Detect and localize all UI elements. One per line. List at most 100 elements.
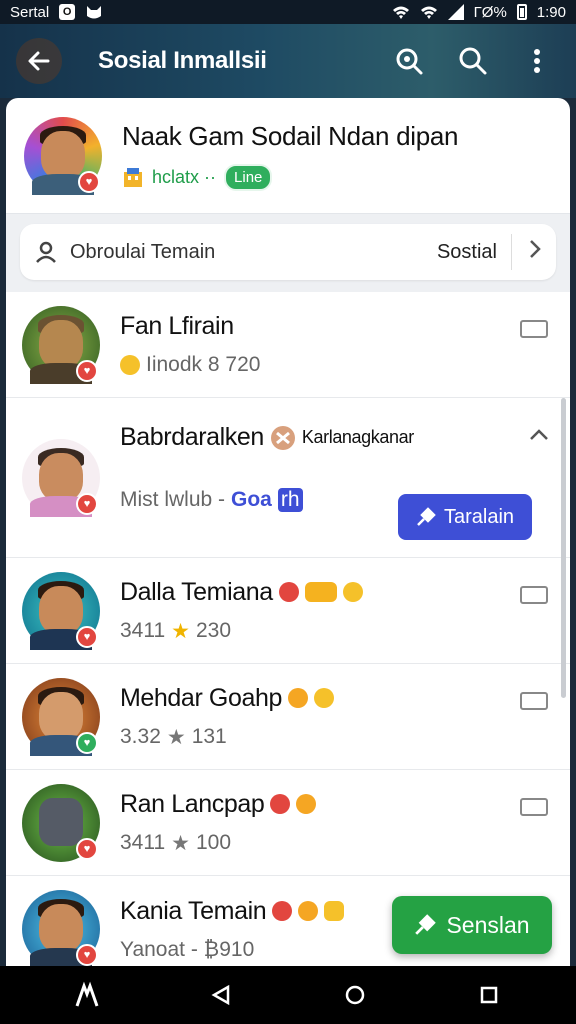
page-title: Sosial Inmallsii [98,47,267,74]
signal-icon [447,4,464,20]
avatar[interactable]: ♥ [22,783,100,862]
app-bar: Sosial Inmallsii [0,24,576,98]
cat-icon [87,6,102,19]
emoji-icon [270,794,291,814]
emoji-icon [272,901,293,921]
avatar[interactable]: ♥ [24,116,102,195]
line-chip[interactable]: Line [224,163,273,191]
emoji-icon [304,582,337,602]
star-icon: ★ [171,831,190,855]
senslan-button[interactable]: Senslan [392,896,552,954]
more-options-button[interactable] [520,44,554,78]
friend-name: Fan Lfirain [120,312,234,340]
senslan-label: Senslan [446,911,530,938]
list-item[interactable]: ♥ Dalla Temiana 3411 ★ 230 [6,558,570,664]
avatar[interactable]: ♥ [22,571,100,650]
battery-percent: ГØ% [473,3,507,21]
recents-button[interactable] [469,975,509,1015]
emoji-icon [287,688,308,708]
emoji-icon [296,794,317,814]
search-placeholder: Obroulai Temain [70,240,216,263]
assistant-button[interactable] [67,975,107,1015]
status-badge: ♥ [76,359,98,382]
taralain-button[interactable]: Taralain [398,494,532,540]
status-bar: Sertal O ГØ% 1:90 [0,0,576,24]
friend-meta: Iinodk 8 720 [146,353,261,376]
message-icon[interactable] [520,798,548,816]
emoji-icon [313,688,334,708]
app-notification-icon: O [59,4,76,20]
building-icon [124,168,142,187]
scan-search-button[interactable] [392,44,426,78]
avatar[interactable]: ♥ [22,890,100,966]
battery-icon [516,4,527,20]
profile-name: Naak Gam Sodail Ndan dipan [122,120,459,151]
chevron-up-icon[interactable] [528,424,550,446]
back-triangle-icon [211,984,230,1006]
home-circle-icon [345,985,365,1005]
status-badge: ♥ [76,837,98,860]
carrier-label: Sertal [10,3,50,21]
friend-name: Mehdar Goahp [120,683,282,712]
nav-back-button[interactable] [201,975,241,1015]
emoji-icon [278,582,299,602]
profile-subtitle: hclatx ·· [152,166,217,187]
friend-score: 100 [196,831,232,854]
emoji-icon [324,901,345,921]
avatar[interactable]: ♥ [22,677,100,756]
message-icon[interactable] [520,692,548,710]
arrow-left-icon [28,51,50,71]
star-icon: ★ [171,619,190,643]
list-item[interactable]: ♥ Mehdar Goahp 3.32 ★ 131 [6,664,570,770]
friend-meta: Mist lwlub - [120,488,226,511]
nav-bar [0,966,576,1024]
list-item-expanded[interactable]: ♥ Babrdaralken Karlanagkanar Mist lwlub … [6,398,570,558]
smile-icon [120,355,140,375]
list-item[interactable]: ♥ Fan Lfirain Iinodk 8 720 [6,292,570,398]
list-item[interactable]: ♥ Ran Lancpap 3411 ★ 100 [6,770,570,876]
pin-icon [417,507,436,526]
person-icon [36,241,56,263]
chevron-right-icon[interactable] [528,239,542,265]
clock: 1:90 [536,3,566,21]
search-band: Obroulai Temain Sostial [6,214,570,292]
status-badge: ♥ [78,170,100,193]
back-button[interactable] [16,38,62,84]
search-input[interactable]: Obroulai Temain Sostial [20,224,556,280]
search-button[interactable] [456,44,490,78]
message-icon[interactable] [520,320,548,338]
target-search-icon [396,48,423,75]
scrollbar[interactable] [561,398,566,698]
friend-meta: Yanoat - ₿910 [120,937,255,961]
search-icon [459,47,487,75]
emoji-icon [342,582,363,602]
more-vert-icon [534,49,540,73]
status-badge: ♥ [76,731,98,754]
friend-tag: Karlanagkanar [301,427,414,447]
status-badge: ♥ [76,492,98,515]
friend-name: Ran Lancpap [120,789,265,818]
profile-header[interactable]: ♥ Naak Gam Sodail Ndan dipan hclatx ·· L… [6,98,570,214]
friend-name: Babrdaralken [120,423,264,451]
search-filter-label[interactable]: Sostial [437,234,512,270]
avatar[interactable]: ♥ [22,305,100,384]
handshake-icon [270,425,295,450]
status-badge: ♥ [76,625,98,648]
wifi-icon [392,6,409,19]
status-badge: ♥ [76,944,98,966]
avatar[interactable]: ♥ [22,438,100,517]
recents-square-icon [480,986,498,1004]
message-icon[interactable] [520,586,548,604]
main-card: ♥ Naak Gam Sodail Ndan dipan hclatx ·· L… [6,98,570,966]
home-button[interactable] [335,975,375,1015]
friend-name: Kania Temain [120,896,267,925]
friend-meta: 3.32 [120,725,161,748]
taralain-label: Taralain [443,505,515,528]
pin-icon [415,914,437,935]
wifi-icon-2 [420,6,437,19]
friend-name: Dalla Temiana [120,577,273,606]
assistant-icon [75,981,99,1007]
friend-meta-link[interactable]: Goa [231,488,272,512]
star-icon: ★ [166,725,186,749]
friend-score: 131 [191,725,227,748]
